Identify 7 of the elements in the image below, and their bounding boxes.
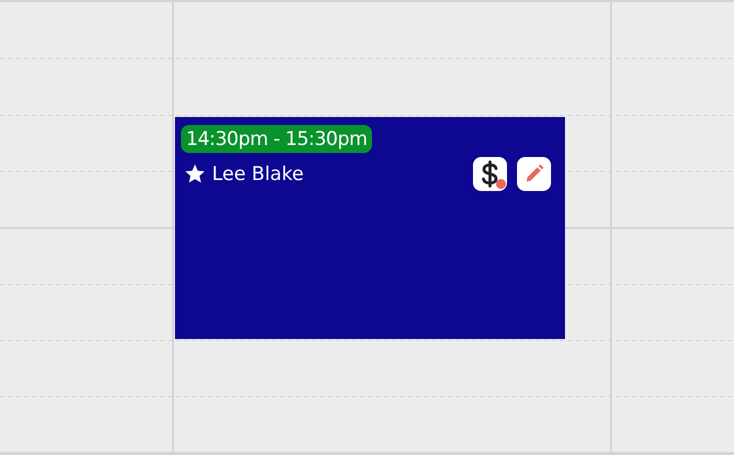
- pencil-icon: [524, 164, 544, 184]
- client-name: Lee Blake: [212, 163, 305, 185]
- payment-button[interactable]: [473, 157, 507, 191]
- dollar-icon: [480, 160, 500, 188]
- event-time: 14:30pm - 15:30pm: [181, 125, 372, 153]
- edit-button[interactable]: [517, 157, 551, 191]
- event-card[interactable]: 14:30pm - 15:30pm Lee Blake: [175, 117, 565, 339]
